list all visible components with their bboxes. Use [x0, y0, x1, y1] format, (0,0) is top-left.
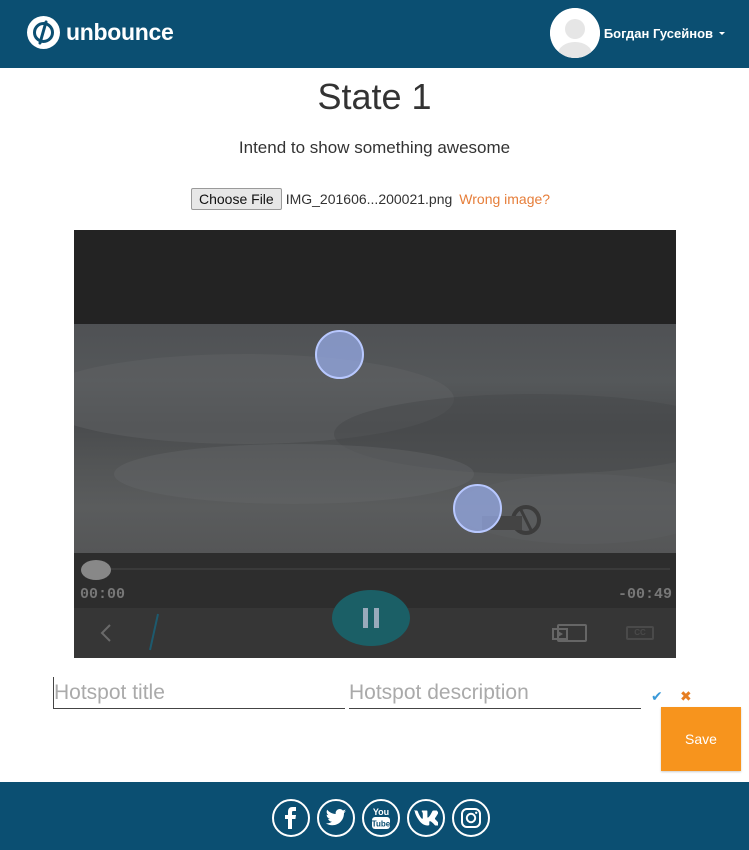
- social-links: You Tube: [272, 799, 497, 837]
- save-button[interactable]: Save: [661, 707, 741, 771]
- check-icon[interactable]: ✔: [651, 688, 663, 705]
- time-elapsed: 00:00: [80, 586, 126, 603]
- pause-icon: [332, 590, 410, 646]
- unbounce-logo-icon: [27, 16, 60, 49]
- close-icon[interactable]: ✖: [680, 688, 692, 705]
- logo-text: unbounce: [66, 19, 174, 45]
- file-name: IMG_201606...200021.png: [285, 191, 453, 207]
- file-upload-row: Choose File IMG_201606...200021.png Wron…: [191, 188, 550, 210]
- video-bottom-bar: CC: [74, 590, 676, 658]
- footer: You Tube: [0, 782, 749, 850]
- facebook-icon[interactable]: [272, 799, 310, 837]
- avatar[interactable]: [549, 8, 600, 58]
- user-menu[interactable]: Богдан Гусейнов: [549, 8, 725, 58]
- youtube-icon[interactable]: You Tube: [362, 799, 400, 837]
- wrong-image-link[interactable]: Wrong image?: [459, 191, 550, 207]
- image-top-band: [74, 230, 676, 324]
- progress-knob[interactable]: [81, 560, 111, 580]
- hotspot-marker[interactable]: [315, 330, 364, 379]
- svg-text:You: You: [373, 807, 389, 817]
- cc-icon: CC: [626, 626, 654, 640]
- state-image[interactable]: 00:00 -00:49 CC: [74, 230, 676, 658]
- hotspot-marker[interactable]: [453, 484, 502, 533]
- instagram-icon[interactable]: [452, 799, 490, 837]
- progress-track[interactable]: [84, 568, 670, 570]
- cast-icon: [552, 624, 587, 642]
- page-subtitle: Intend to show something awesome: [238, 138, 511, 157]
- time-remaining: -00:49: [617, 586, 672, 603]
- choose-file-button[interactable]: Choose File: [191, 188, 282, 210]
- page-title: State 1: [317, 76, 432, 117]
- unbounce-logo[interactable]: unbounce: [27, 16, 174, 49]
- back-chevron-icon: [100, 624, 111, 642]
- svg-text:Tube: Tube: [372, 820, 391, 829]
- user-name[interactable]: Богдан Гусейнов: [604, 26, 713, 41]
- slash-icon: [149, 613, 159, 651]
- top-header: unbounce Богдан Гусейнов: [0, 0, 749, 68]
- hotspot-description-input[interactable]: [349, 677, 641, 709]
- twitter-icon[interactable]: [317, 799, 355, 837]
- hotspot-title-input[interactable]: [53, 677, 345, 709]
- vk-icon[interactable]: [407, 799, 445, 837]
- image-scene: [74, 324, 676, 553]
- chevron-down-icon[interactable]: [719, 31, 725, 35]
